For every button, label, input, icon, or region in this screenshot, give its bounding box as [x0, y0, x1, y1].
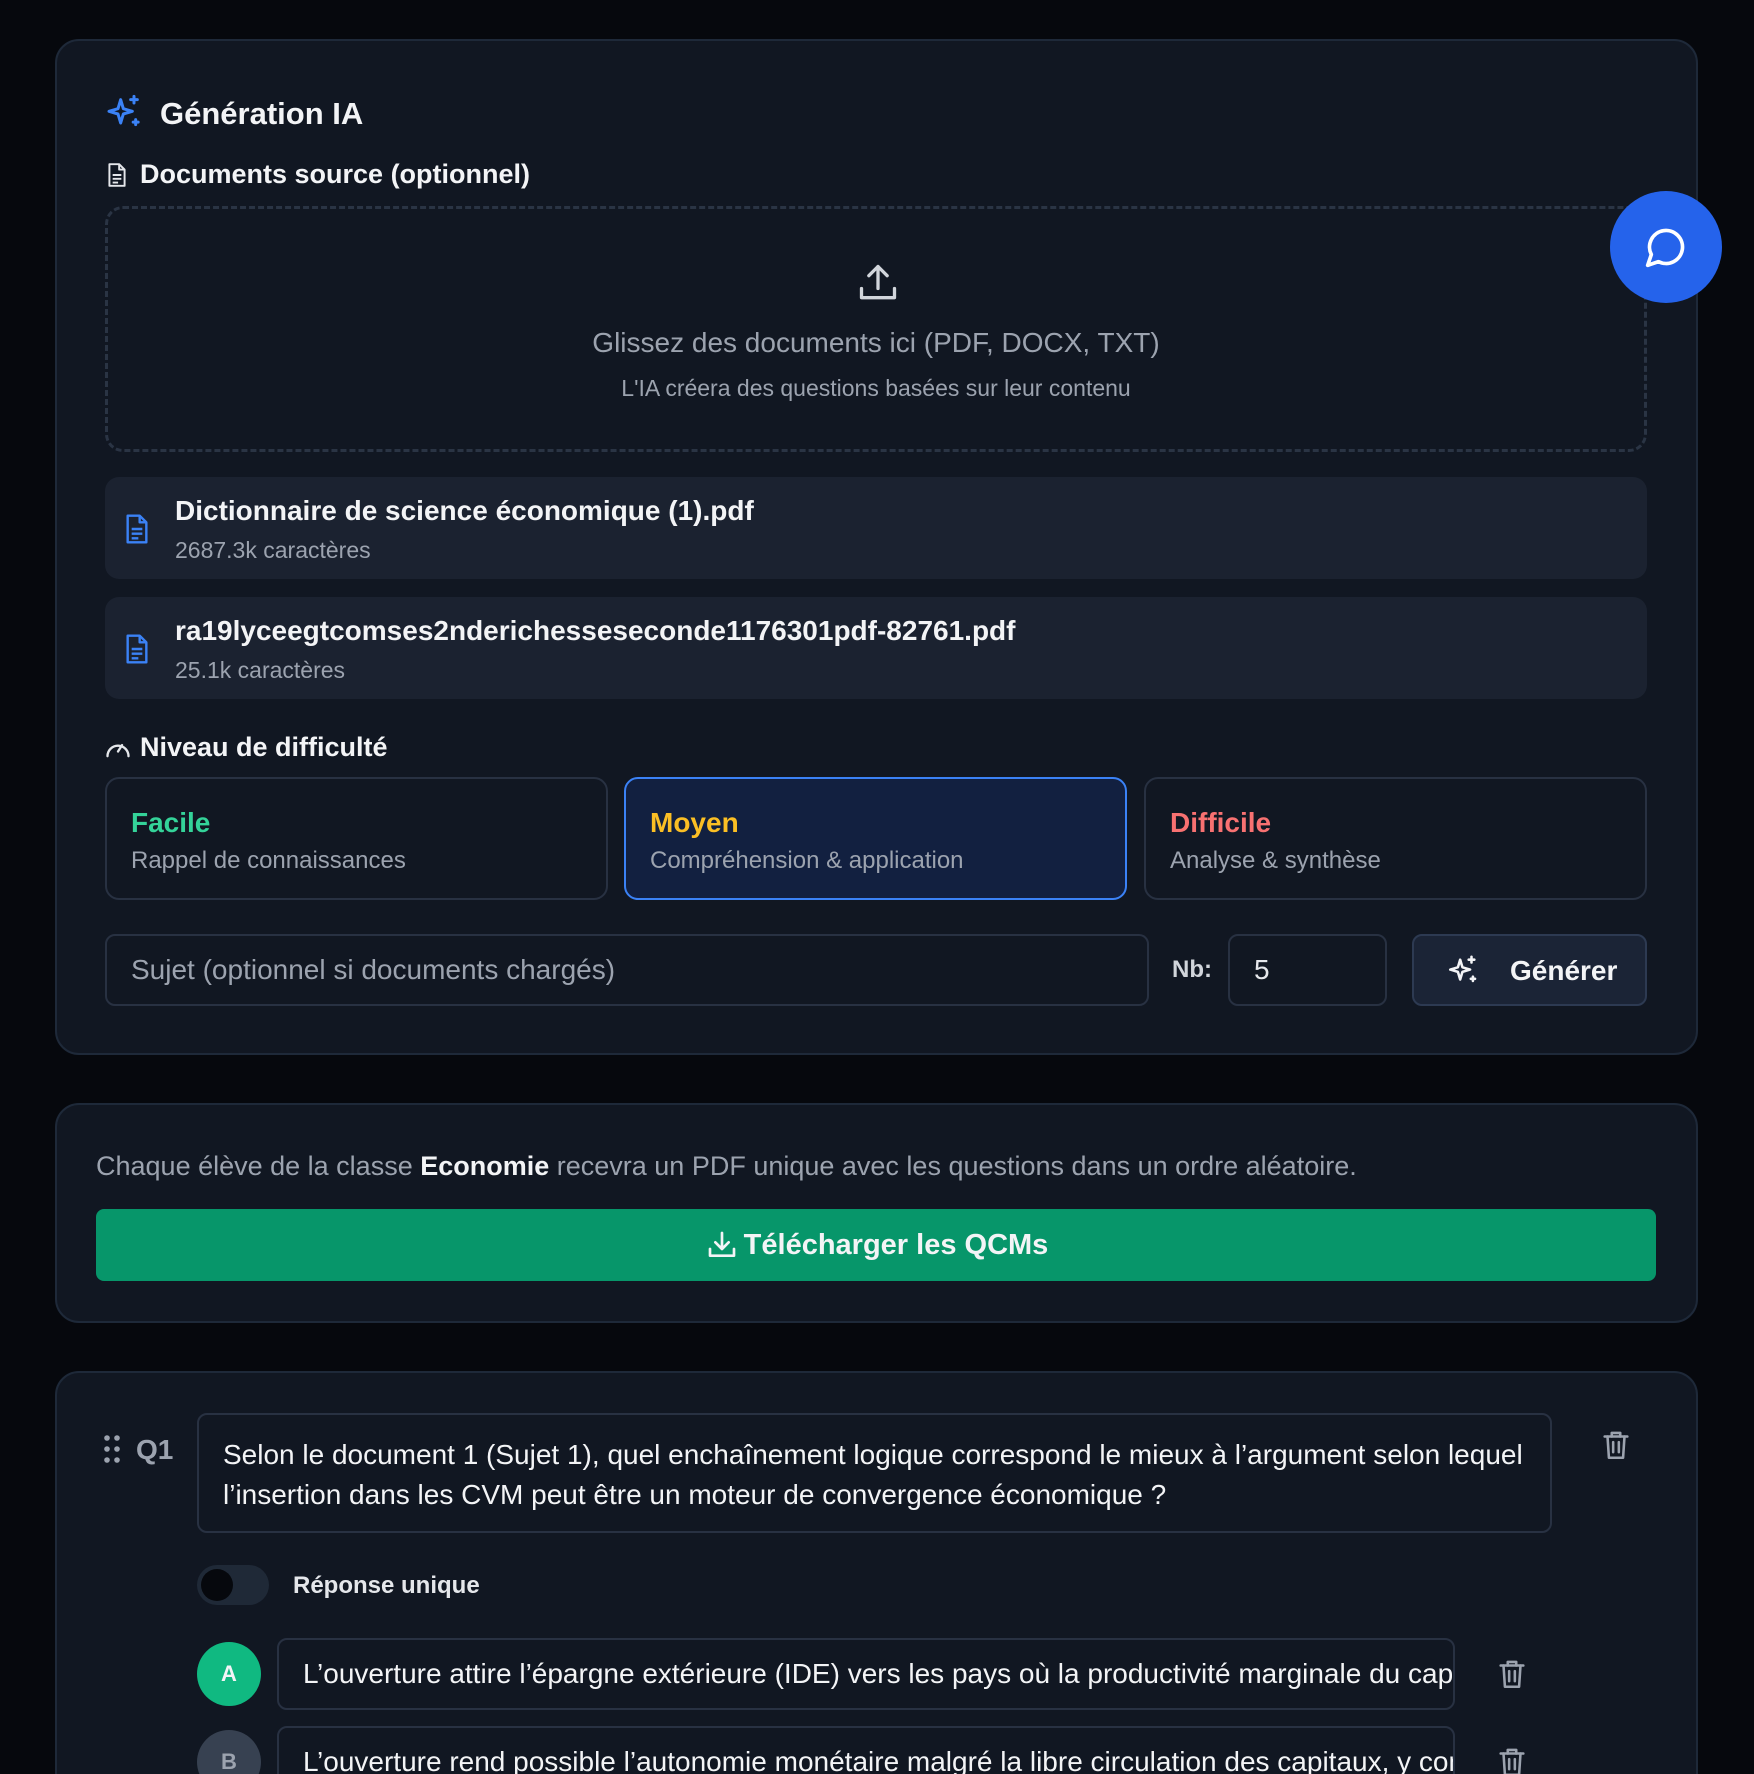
- file-icon: [126, 634, 148, 664]
- gauge-icon: [106, 743, 130, 758]
- difficulty-name: Difficile: [1170, 807, 1272, 838]
- file-item: Dictionnaire de science économique (1).p…: [105, 477, 1647, 579]
- dropzone-sub-text: L'IA créera des questions basées sur leu…: [621, 375, 1131, 401]
- generate-label: Générer: [1510, 955, 1618, 986]
- difficulty-name: Facile: [131, 807, 211, 838]
- option-text-input[interactable]: L’ouverture rend possible l’autonomie mo…: [277, 1726, 1455, 1774]
- difficulty-option-facile[interactable]: Facile Rappel de connaissances: [105, 777, 608, 900]
- delete-option-trash-icon[interactable]: [1495, 1657, 1529, 1691]
- file-dropzone[interactable]: Glissez des documents ici (PDF, DOCX, TX…: [105, 206, 1647, 452]
- option-text-input[interactable]: L’ouverture attire l’épargne extérieure …: [277, 1638, 1455, 1710]
- difficulty-desc: Analyse & synthèse: [1170, 847, 1381, 874]
- question-count-input[interactable]: [1228, 934, 1387, 1006]
- difficulty-desc: Compréhension & application: [650, 847, 964, 874]
- dropzone-main-text: Glissez des documents ici (PDF, DOCX, TX…: [592, 327, 1160, 358]
- download-info-text: Chaque élève de la classe Economie recev…: [96, 1151, 1357, 1181]
- difficulty-option-moyen[interactable]: Moyen Compréhension & application: [624, 777, 1127, 900]
- sparkles-icon: [1448, 955, 1477, 983]
- difficulty-desc: Rappel de connaissances: [131, 847, 406, 874]
- single-answer-label: Réponse unique: [293, 1572, 480, 1599]
- difficulty-label: Niveau de difficulté: [140, 732, 388, 762]
- file-size: 2687.3k caractères: [175, 537, 371, 563]
- difficulty-name: Moyen: [650, 807, 739, 838]
- chat-fab-button[interactable]: [1610, 191, 1722, 303]
- delete-question-trash-icon[interactable]: [1599, 1428, 1633, 1462]
- file-item: ra19lyceegtcomses2nderichesseseconde1176…: [105, 597, 1647, 699]
- question-text-input[interactable]: Selon le document 1 (Sujet 1), quel ench…: [197, 1413, 1552, 1533]
- nb-label: Nb:: [1172, 956, 1212, 983]
- download-qcms-button[interactable]: Télécharger les QCMs: [96, 1209, 1656, 1281]
- upload-icon: [859, 264, 897, 300]
- toggle-knob: [201, 1569, 233, 1601]
- file-size: 25.1k caractères: [175, 657, 346, 683]
- chat-bubble-icon: [1645, 228, 1685, 268]
- file-name: Dictionnaire de science économique (1).p…: [175, 495, 754, 526]
- class-name: Economie: [420, 1151, 550, 1181]
- difficulty-option-difficile[interactable]: Difficile Analyse & synthèse: [1144, 777, 1647, 900]
- sparkles-icon: [107, 94, 140, 127]
- sources-label: Documents source (optionnel): [140, 159, 531, 189]
- page-title: Génération IA: [160, 96, 364, 131]
- document-icon: [108, 163, 126, 187]
- file-icon: [126, 514, 148, 544]
- single-answer-toggle[interactable]: [197, 1565, 269, 1605]
- generate-button[interactable]: Générer: [1412, 934, 1647, 1006]
- file-name: ra19lyceegtcomses2nderichesseseconde1176…: [175, 615, 1016, 646]
- question-number: Q1: [136, 1434, 174, 1465]
- subject-input[interactable]: [105, 934, 1149, 1006]
- delete-option-trash-icon[interactable]: [1495, 1745, 1529, 1774]
- option-badge-a[interactable]: A: [197, 1642, 261, 1706]
- download-label: Télécharger les QCMs: [743, 1229, 1049, 1261]
- drag-handle-icon[interactable]: [102, 1434, 122, 1464]
